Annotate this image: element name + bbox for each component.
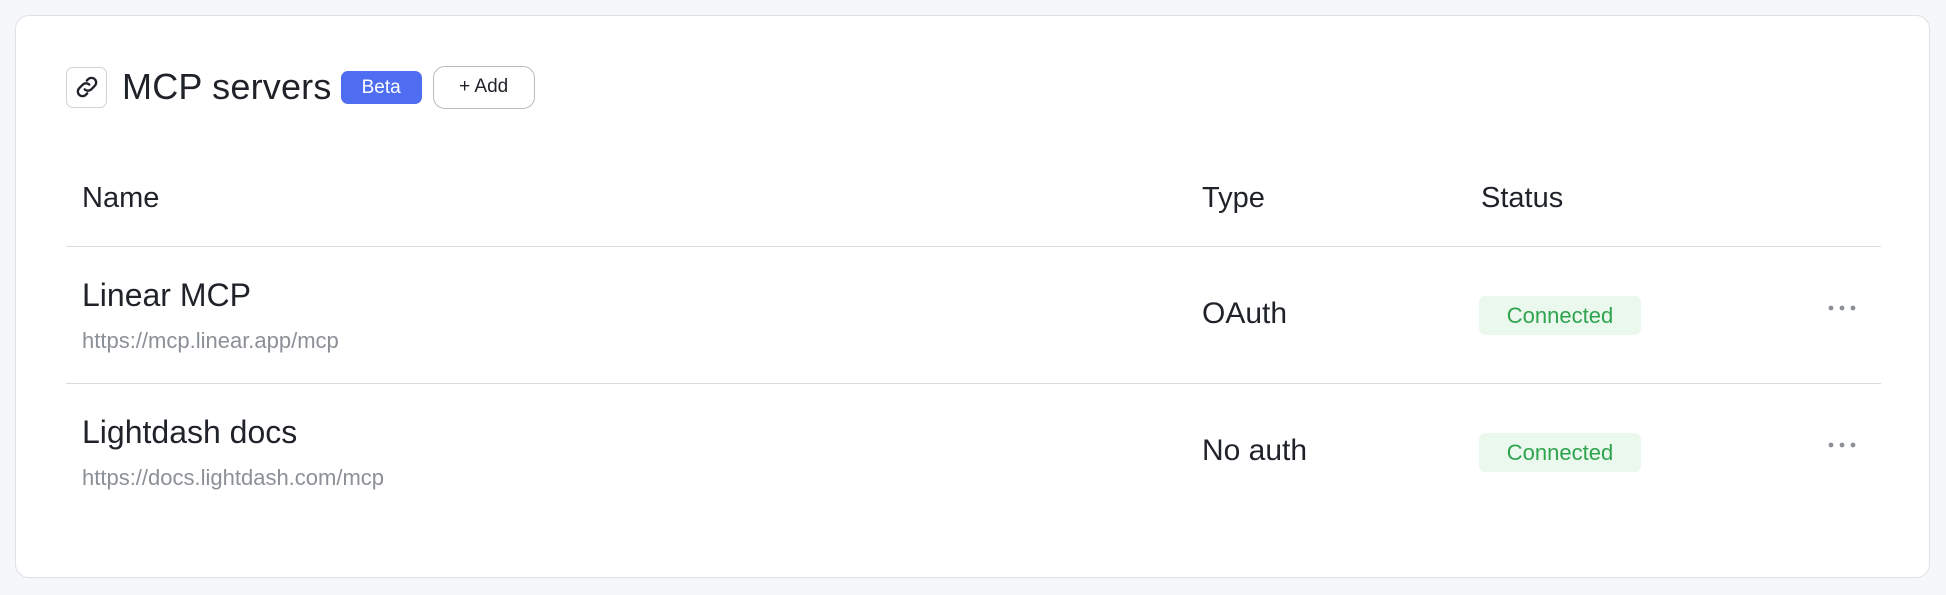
server-type: OAuth bbox=[1202, 297, 1288, 330]
server-url: https://docs.lightdash.com/mcp bbox=[82, 465, 385, 490]
status-badge: Connected bbox=[1479, 433, 1641, 472]
server-type: No auth bbox=[1202, 434, 1308, 467]
server-name: Lightdash docs bbox=[82, 414, 298, 450]
table-header: Name Type Status bbox=[66, 161, 1881, 247]
add-server-button[interactable]: + Add bbox=[432, 65, 535, 109]
servers-table: Name Type Status Linear MCP https://mcp.… bbox=[66, 161, 1881, 520]
more-options-icon[interactable] bbox=[1822, 430, 1862, 460]
section-header: MCP servers Beta + Add bbox=[66, 65, 535, 109]
more-options-icon[interactable] bbox=[1822, 293, 1862, 323]
column-header-type: Type bbox=[1202, 182, 1265, 214]
table-row: Lightdash docs https://docs.lightdash.co… bbox=[66, 384, 1881, 520]
column-header-status: Status bbox=[1481, 182, 1564, 214]
server-name: Linear MCP bbox=[82, 277, 251, 313]
page-title: MCP servers bbox=[122, 66, 332, 107]
mcp-servers-card: MCP servers Beta + Add Name Type Status … bbox=[15, 15, 1930, 578]
link-icon bbox=[66, 66, 107, 108]
beta-badge: Beta bbox=[340, 70, 422, 104]
column-header-name: Name bbox=[82, 182, 160, 214]
status-badge: Connected bbox=[1479, 296, 1641, 335]
table-row: Linear MCP https://mcp.linear.app/mcp OA… bbox=[66, 247, 1881, 384]
server-url: https://mcp.linear.app/mcp bbox=[82, 328, 339, 353]
